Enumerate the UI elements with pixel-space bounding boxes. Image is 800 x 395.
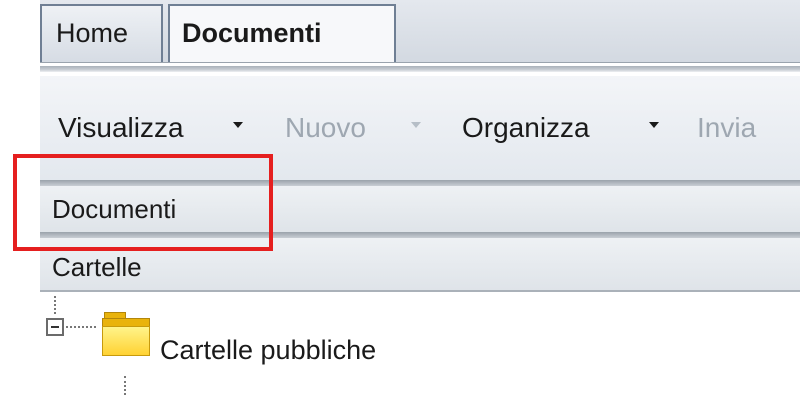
collapse-icon[interactable] <box>46 318 64 336</box>
tree-item-cartelle-pubbliche[interactable]: Cartelle pubbliche <box>160 330 376 370</box>
tree-line <box>124 376 129 395</box>
tab-bar: Home Documenti <box>40 0 800 63</box>
visualizza-menu[interactable]: Visualizza <box>58 112 184 144</box>
tab-home[interactable]: Home <box>40 4 163 62</box>
tree-line <box>54 296 59 314</box>
chevron-down-icon[interactable] <box>233 122 243 128</box>
chevron-down-icon[interactable] <box>649 122 659 128</box>
highlight-box <box>13 154 273 251</box>
organizza-menu[interactable]: Organizza <box>462 112 590 144</box>
nuovo-menu[interactable]: Nuovo <box>285 112 366 144</box>
invia-menu[interactable]: Invia <box>697 112 756 144</box>
panel-divider <box>40 290 800 292</box>
tree-line <box>66 326 96 328</box>
tab-documenti[interactable]: Documenti <box>168 4 396 62</box>
tab-separator <box>40 66 800 72</box>
folder-icon <box>102 312 150 356</box>
chevron-down-icon[interactable] <box>411 122 421 128</box>
